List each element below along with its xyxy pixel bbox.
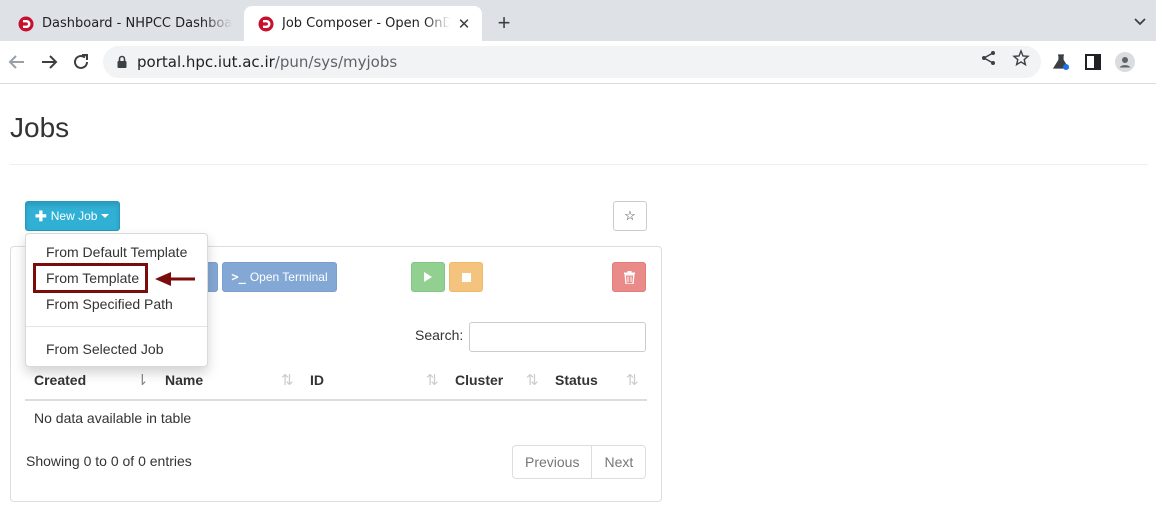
ondemand-logo-icon [18,16,34,31]
stop-icon [461,272,471,282]
table-header-divider [25,399,647,401]
column-header-id[interactable]: ID [310,372,324,388]
terminal-icon: >_ [231,270,246,284]
new-job-dropdown-menu: From Default Template From Template From… [25,233,208,367]
search-label: Search: [415,327,464,343]
browser-tab-job-composer[interactable]: Job Composer - Open OnDemand ✕ [244,6,482,41]
open-terminal-button[interactable]: >_ Open Terminal [222,262,337,292]
tab-title: Job Composer - Open OnDemand [282,16,450,31]
new-tab-plus-icon[interactable]: + [493,12,515,34]
chevron-down-icon[interactable] [1132,13,1148,29]
reload-icon[interactable] [70,51,92,73]
sort-both-icon[interactable]: ⇅ [426,371,439,389]
menu-item-from-selected-job[interactable]: From Selected Job [46,341,164,357]
labs-flask-icon[interactable] [1051,52,1071,72]
menu-item-from-specified-path[interactable]: From Specified Path [46,296,173,312]
caret-down-icon [101,214,110,218]
submit-job-button[interactable] [411,262,445,292]
profile-avatar-icon[interactable] [1115,52,1135,72]
page-title: Jobs [10,112,70,143]
url-host: portal.hpc.iut.ac.ir [137,53,275,71]
plus-icon: ✚ [35,207,47,224]
pagination: Previous Next [512,445,647,479]
forward-arrow-icon[interactable] [38,51,60,73]
open-terminal-label: Open Terminal [249,270,328,284]
lock-icon [117,55,127,68]
menu-divider [26,326,207,327]
share-icon[interactable] [980,49,998,67]
previous-page-button[interactable]: Previous [513,446,591,478]
annotation-highlight-box [33,263,148,293]
play-icon [424,272,432,282]
table-info: Showing 0 to 0 of 0 entries [26,453,192,469]
url-path: /pun/sys/myjobs [274,53,398,71]
table-empty-message: No data available in table [34,410,192,426]
title-divider [10,164,1148,165]
sort-desc-icon[interactable]: ⇂ [136,371,149,389]
delete-job-button[interactable] [612,262,646,292]
column-header-status[interactable]: Status [555,372,598,388]
new-job-label: New Job [50,209,98,223]
address-bar[interactable]: portal.hpc.iut.ac.ir/pun/sys/myjobs [103,46,1041,78]
sort-both-icon[interactable]: ⇅ [281,371,294,389]
sort-both-icon[interactable]: ⇅ [626,371,639,389]
back-arrow-icon[interactable] [6,51,28,73]
column-header-name[interactable]: Name [165,372,203,388]
side-panel-icon[interactable] [1083,52,1103,72]
trash-icon [623,270,635,284]
tab-title: Dashboard - NHPCC Dashboard [42,16,232,31]
column-header-created[interactable]: Created [34,372,86,388]
annotation-arrow-icon [155,272,195,286]
browser-tab-strip: Dashboard - NHPCC Dashboard Job Composer… [0,0,1156,41]
stop-job-button[interactable] [449,262,483,292]
menu-item-from-default-template[interactable]: From Default Template [46,244,187,260]
browser-toolbar: portal.hpc.iut.ac.ir/pun/sys/myjobs [0,41,1156,84]
ondemand-logo-icon [258,16,274,31]
new-job-button[interactable]: ✚ New Job [25,201,120,231]
browser-tab-dashboard[interactable]: Dashboard - NHPCC Dashboard [4,6,242,41]
close-tab-icon[interactable]: ✕ [456,16,472,32]
sort-both-icon[interactable]: ⇅ [526,371,539,389]
star-icon[interactable]: ☆ [613,201,647,231]
next-page-button[interactable]: Next [591,446,645,478]
column-header-cluster[interactable]: Cluster [455,372,503,388]
bookmark-star-icon[interactable] [1012,49,1030,67]
search-input[interactable] [469,322,646,352]
